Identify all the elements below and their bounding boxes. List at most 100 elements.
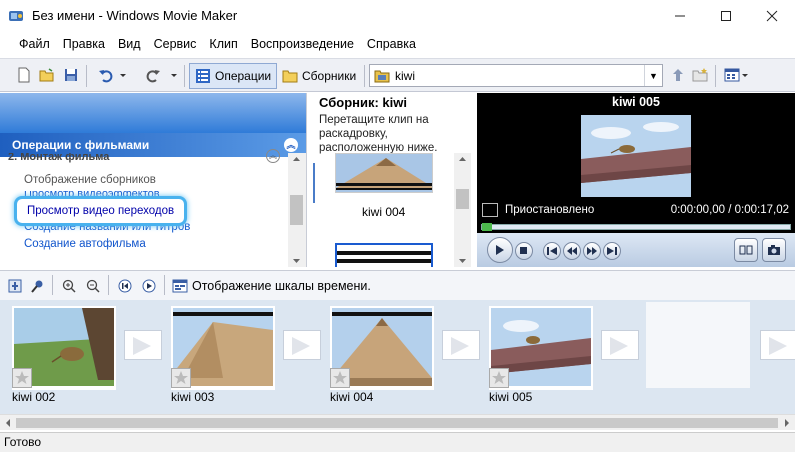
- clip-label: kiwi 004: [330, 390, 374, 404]
- timeline-view-icon[interactable]: [172, 279, 188, 293]
- transition-slot[interactable]: [442, 330, 480, 360]
- forward-button[interactable]: [603, 242, 621, 260]
- video-effect-slot-icon[interactable]: [330, 368, 350, 388]
- new-project-icon[interactable]: [16, 67, 32, 83]
- tasks-scrollbar[interactable]: [288, 153, 306, 267]
- folder-icon: [282, 70, 298, 83]
- task-link-show-collections[interactable]: Отображение сборников: [24, 174, 156, 186]
- menu-help[interactable]: Справка: [367, 37, 416, 51]
- open-project-icon[interactable]: [39, 67, 55, 83]
- collection-select[interactable]: kiwi ▼: [369, 64, 663, 87]
- scroll-down-icon[interactable]: [288, 255, 305, 267]
- storyboard-scroll-thumb[interactable]: [16, 418, 778, 428]
- previous-frame-icon: [567, 247, 577, 255]
- scroll-left-icon[interactable]: [1, 416, 15, 430]
- menu-clip[interactable]: Клип: [209, 37, 237, 51]
- close-button[interactable]: [749, 0, 795, 32]
- menu-bar: Файл Правка Вид Сервис Клип Воспроизведе…: [0, 32, 795, 56]
- storyboard-clip[interactable]: [330, 306, 434, 390]
- main-toolbar: Операции Сборники kiwi ▼: [0, 58, 795, 92]
- maximize-icon: [721, 11, 731, 21]
- preview-frame-image: [581, 115, 691, 197]
- play-button[interactable]: [487, 237, 513, 263]
- clip-preview-image: [337, 245, 431, 267]
- collection-clip-thumbnail[interactable]: [335, 153, 433, 193]
- playback-time: 0:00:00,00 / 0:00:17,02: [670, 204, 789, 216]
- scroll-right-icon[interactable]: [780, 416, 794, 430]
- menu-view[interactable]: Вид: [118, 37, 141, 51]
- video-effect-slot-icon[interactable]: [489, 368, 509, 388]
- split-clip-icon: [739, 245, 753, 255]
- narrate-timeline-icon[interactable]: [30, 279, 44, 293]
- empty-clip-slot[interactable]: [646, 302, 750, 388]
- storyboard-scrollbar[interactable]: [0, 414, 795, 430]
- scroll-down-icon[interactable]: [454, 255, 471, 267]
- task-link-view-transitions[interactable]: Просмотр видео переходов: [14, 196, 188, 226]
- minimize-icon: [675, 15, 685, 17]
- collections-toggle-button[interactable]: Сборники: [277, 63, 361, 89]
- seek-bar[interactable]: [481, 223, 791, 231]
- preview-status-bar: Приостановлено 0:00:00,00 / 0:00:17,02: [477, 201, 795, 221]
- chevron-up-icon[interactable]: ︽: [266, 149, 280, 163]
- zoom-out-icon[interactable]: [86, 279, 100, 293]
- tasks-toggle-button[interactable]: Операции: [189, 63, 278, 89]
- scroll-up-icon[interactable]: [288, 153, 305, 165]
- undo-icon[interactable]: [98, 67, 114, 83]
- seek-handle[interactable]: [482, 223, 492, 231]
- video-effect-slot-icon[interactable]: [12, 368, 32, 388]
- redo-icon[interactable]: [145, 67, 161, 83]
- undo-dropdown-icon[interactable]: [119, 67, 127, 83]
- menu-playback[interactable]: Воспроизведение: [251, 37, 354, 51]
- previous-frame-button[interactable]: [563, 242, 581, 260]
- transition-slot[interactable]: [283, 330, 321, 360]
- views-icon[interactable]: [724, 67, 740, 83]
- status-text: Готово: [4, 435, 42, 449]
- transition-slot[interactable]: [124, 330, 162, 360]
- tasks-header-title: Операции с фильмами: [12, 138, 150, 152]
- up-level-icon[interactable]: [670, 67, 686, 83]
- clip-label: kiwi 002: [12, 390, 56, 404]
- toolbar-separator: [715, 65, 716, 87]
- redo-dropdown-icon[interactable]: [170, 67, 178, 83]
- preview-screen[interactable]: [581, 115, 691, 197]
- menu-file[interactable]: Файл: [19, 37, 50, 51]
- collection-scroll-thumb[interactable]: [456, 189, 469, 209]
- menu-tools[interactable]: Сервис: [154, 37, 197, 51]
- collection-scrollbar[interactable]: [454, 153, 471, 267]
- views-dropdown-icon[interactable]: [741, 67, 749, 83]
- scroll-up-icon[interactable]: [454, 153, 471, 165]
- stop-button[interactable]: [515, 242, 533, 260]
- collapse-icon[interactable]: ︽: [284, 138, 298, 152]
- storyboard-clip[interactable]: [489, 306, 593, 390]
- maximize-button[interactable]: [703, 0, 749, 32]
- zoom-in-icon[interactable]: [62, 279, 76, 293]
- split-button[interactable]: [734, 238, 758, 262]
- transition-arrow-icon: [769, 337, 787, 355]
- menu-edit[interactable]: Правка: [63, 37, 105, 51]
- movie-maker-app-icon: [9, 11, 23, 21]
- tasks-scroll-thumb[interactable]: [290, 195, 303, 225]
- transition-arrow-icon: [451, 337, 469, 355]
- snapshot-button[interactable]: [762, 238, 786, 262]
- next-frame-button[interactable]: [583, 242, 601, 260]
- save-project-icon[interactable]: [63, 67, 79, 83]
- back-button[interactable]: [543, 242, 561, 260]
- storyboard-toolbar: Отображение шкалы времени.: [0, 270, 795, 300]
- play-storyboard-icon[interactable]: [142, 279, 156, 293]
- collection-clip-thumbnail-selected[interactable]: [335, 243, 433, 267]
- set-audio-levels-icon[interactable]: [8, 279, 22, 293]
- task-link-automovie[interactable]: Создание автофильма: [24, 238, 146, 250]
- transition-slot[interactable]: [601, 330, 639, 360]
- new-collection-folder-icon[interactable]: [692, 67, 708, 83]
- camera-icon: [768, 245, 780, 255]
- storyboard-clip[interactable]: [171, 306, 275, 390]
- video-effect-slot-icon[interactable]: [171, 368, 191, 388]
- storyboard-clip[interactable]: [12, 306, 116, 390]
- next-frame-icon: [587, 247, 597, 255]
- show-timeline-link[interactable]: Отображение шкалы времени.: [192, 279, 371, 293]
- transition-slot[interactable]: [760, 330, 795, 360]
- chevron-down-icon[interactable]: ▼: [644, 65, 662, 86]
- minimize-button[interactable]: [657, 0, 703, 32]
- screen-mode-icon[interactable]: [482, 203, 498, 217]
- rewind-storyboard-icon[interactable]: [118, 279, 132, 293]
